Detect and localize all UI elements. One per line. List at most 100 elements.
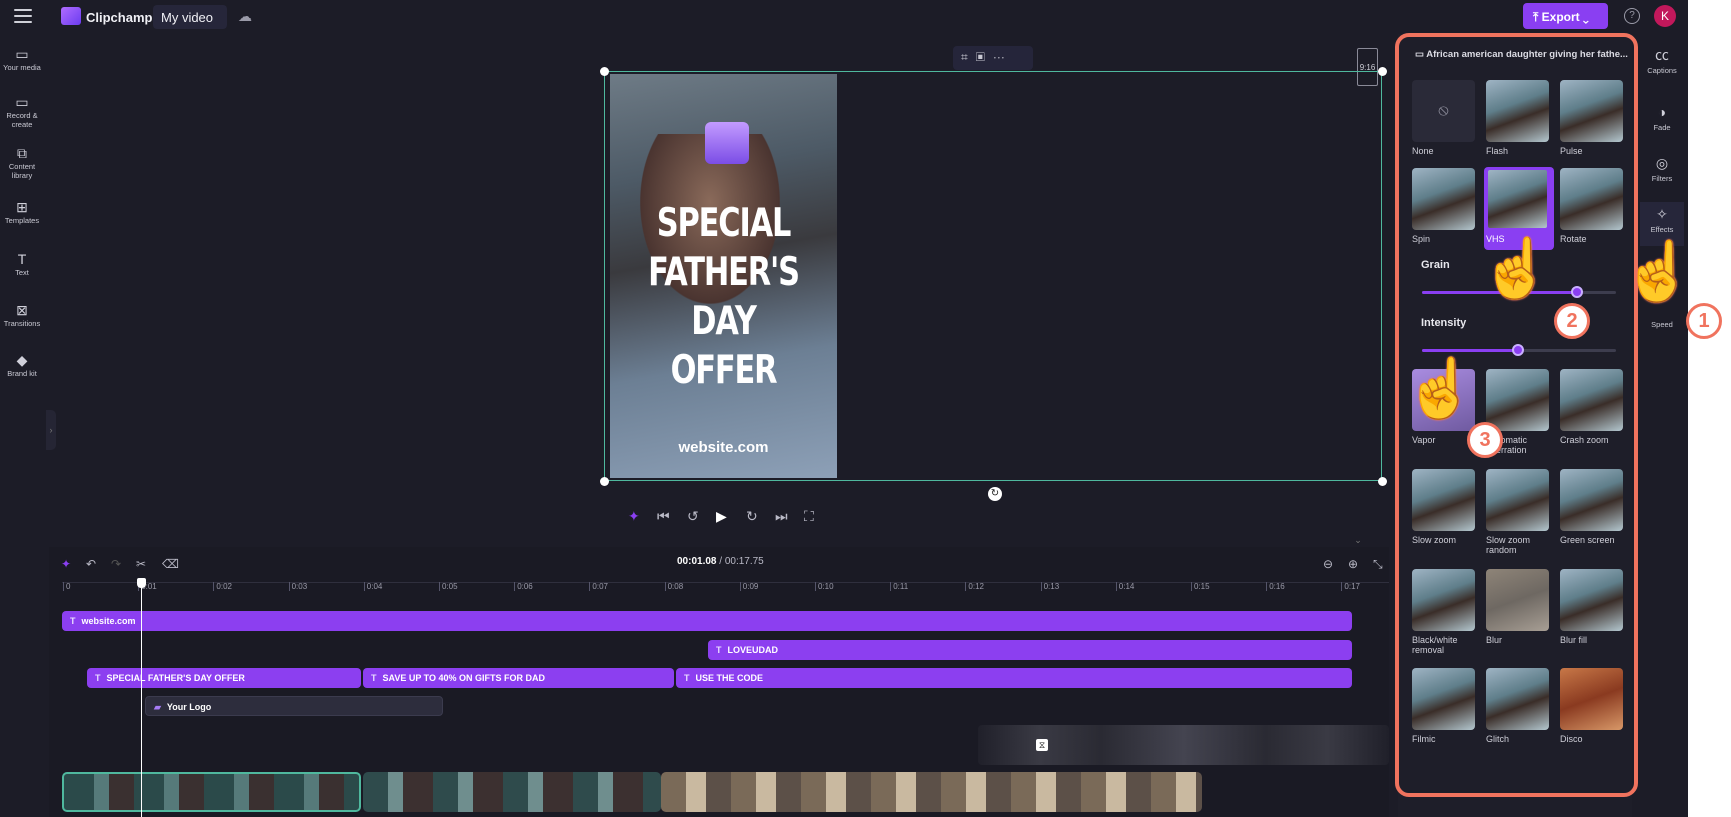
text-clip[interactable]: T USE THE CODE: [676, 668, 1352, 688]
brand-name: Clipchamp: [86, 10, 153, 25]
magic-icon[interactable]: ✦: [628, 508, 640, 525]
clip-label: website.com: [81, 616, 136, 626]
text-clip[interactable]: Twebsite.com: [62, 611, 1352, 631]
zoom-in-icon[interactable]: ⊕: [1348, 557, 1358, 571]
hand-cursor-icon: ☝: [1404, 356, 1477, 421]
preview-toolbar[interactable]: ⌗▣⋯: [953, 46, 1033, 70]
time-ruler[interactable]: [62, 582, 1389, 596]
skip-back-icon[interactable]: ⏮: [657, 508, 670, 525]
tick-label: 0:06: [514, 582, 533, 591]
clip-label: SAVE UP TO 40% ON GIFTS FOR DAD: [382, 673, 546, 683]
forward-icon[interactable]: ↻: [746, 508, 758, 525]
text-clip[interactable]: T SPECIAL FATHER'S DAY OFFER: [87, 668, 361, 688]
ai-tools-icon[interactable]: ✦: [61, 557, 71, 571]
logo-clip[interactable]: ▰ Your Logo: [145, 696, 443, 716]
tick-label: 0: [62, 582, 71, 591]
undo-icon[interactable]: ↶: [86, 557, 96, 571]
tick-label: 0:03: [288, 582, 308, 591]
text-icon: T: [716, 645, 722, 655]
brand-kit-icon: ◆: [16, 352, 28, 368]
delete-icon[interactable]: ⌫: [162, 557, 179, 571]
nav-brand-kit[interactable]: ◆ Brand kit: [0, 353, 44, 378]
text-icon: T: [17, 251, 27, 267]
step-badge: 2: [1554, 303, 1590, 339]
rewind-icon[interactable]: ↺: [687, 508, 699, 525]
fullscreen-icon[interactable]: ⛶: [804, 508, 814, 525]
fade-icon: ◑: [1657, 104, 1667, 120]
video-logo-icon: [705, 122, 749, 164]
tick-label: 0:10: [815, 582, 834, 591]
collapse-preview-icon[interactable]: ⌄: [1348, 535, 1368, 545]
redo-icon[interactable]: ↷: [111, 557, 121, 571]
resize-handle[interactable]: [1378, 67, 1387, 76]
resize-handle[interactable]: [1378, 477, 1387, 486]
video-title-input[interactable]: My video: [153, 5, 227, 29]
split-icon[interactable]: ✂: [136, 557, 146, 571]
current-time: 00:01.08: [677, 556, 717, 567]
video-clip[interactable]: [363, 772, 661, 812]
logo-icon: ▰: [154, 702, 161, 712]
video-clip[interactable]: [661, 772, 1202, 812]
resize-handle[interactable]: [600, 67, 609, 76]
rotate-handle-icon[interactable]: ↻: [988, 487, 1002, 501]
play-icon[interactable]: ▶: [716, 508, 727, 525]
text-icon: T: [684, 673, 690, 683]
export-label: Export: [1541, 10, 1580, 24]
nav-content-library[interactable]: ⧉ Content library: [0, 146, 44, 180]
tick-label: 0:08: [664, 582, 684, 591]
tab-label: Captions: [1647, 66, 1677, 75]
nav-record-create[interactable]: ▭ Record & create: [0, 95, 44, 129]
tab-label: Filters: [1651, 174, 1673, 183]
fit-icon[interactable]: ⤡: [1373, 557, 1383, 572]
tab-speed[interactable]: Speed: [1640, 320, 1684, 336]
tick-label: 0:07: [589, 582, 608, 591]
clipchamp-logo-icon: [61, 7, 81, 25]
tick-label: 0:12: [965, 582, 984, 591]
nav-templates[interactable]: ⊞ Templates: [0, 200, 44, 225]
nav-label: Transitions: [3, 319, 41, 328]
tab-label: Fade: [1653, 123, 1671, 132]
clip-label: LOVEUDAD: [727, 645, 779, 655]
hand-cursor-icon: ☝: [1480, 236, 1553, 301]
total-time: / 00:17.75: [719, 556, 764, 567]
menu-icon[interactable]: [14, 9, 32, 23]
nav-label: Text: [15, 268, 29, 277]
nav-text[interactable]: T Text: [0, 252, 44, 277]
library-icon: ⧉: [17, 145, 27, 161]
clip-label: SPECIAL FATHER'S DAY OFFER: [106, 673, 245, 683]
effects-icon: ✧: [1656, 206, 1668, 222]
tab-captions[interactable]: ㏄ Captions: [1640, 47, 1684, 83]
tick-label: 0:09: [739, 582, 759, 591]
video-preview: SPECIAL FATHER'S DAY OFFER website.com: [610, 74, 837, 478]
resize-handle[interactable]: [600, 477, 609, 486]
text-clip[interactable]: T SAVE UP TO 40% ON GIFTS FOR DAD: [363, 668, 674, 688]
text-clip[interactable]: T LOVEUDAD: [708, 640, 1352, 660]
export-button[interactable]: ⤒ Export ⌄: [1523, 3, 1608, 29]
tab-filters[interactable]: ◎ Filters: [1640, 155, 1684, 191]
nav-transitions[interactable]: ⊠ Transitions: [0, 303, 44, 328]
step-badge: 3: [1467, 422, 1503, 458]
help-icon[interactable]: ?: [1624, 8, 1640, 24]
preview-footer-text: website.com: [678, 439, 769, 456]
cloud-off-icon: ☁: [238, 8, 252, 24]
skip-forward-icon[interactable]: ⏭: [775, 508, 788, 525]
playhead[interactable]: [137, 578, 146, 817]
captions-icon: ㏄: [1655, 47, 1669, 63]
clip-label: Your Logo: [166, 702, 212, 712]
tab-fade[interactable]: ◑ Fade: [1640, 104, 1684, 140]
zoom-out-icon[interactable]: ⊖: [1323, 557, 1333, 571]
expand-panel-button[interactable]: ›: [46, 410, 56, 450]
nav-your-media[interactable]: ▭ Your media: [0, 47, 44, 72]
templates-icon: ⊞: [16, 199, 28, 215]
preview-headline: SPECIAL FATHER'S DAY OFFER: [648, 201, 800, 393]
avatar[interactable]: K: [1654, 5, 1676, 27]
transitions-icon: ⊠: [16, 302, 28, 318]
tick-label: 0:17: [1341, 582, 1360, 591]
tick-label: 0:14: [1115, 582, 1135, 591]
hand-cursor-icon: ☝: [1622, 239, 1688, 304]
text-icon: T: [70, 616, 76, 626]
nav-label: Content library: [8, 162, 36, 180]
tab-label: Speed: [1651, 320, 1673, 329]
video-clip[interactable]: [62, 772, 361, 812]
transition-icon[interactable]: ⧖: [1036, 739, 1048, 751]
